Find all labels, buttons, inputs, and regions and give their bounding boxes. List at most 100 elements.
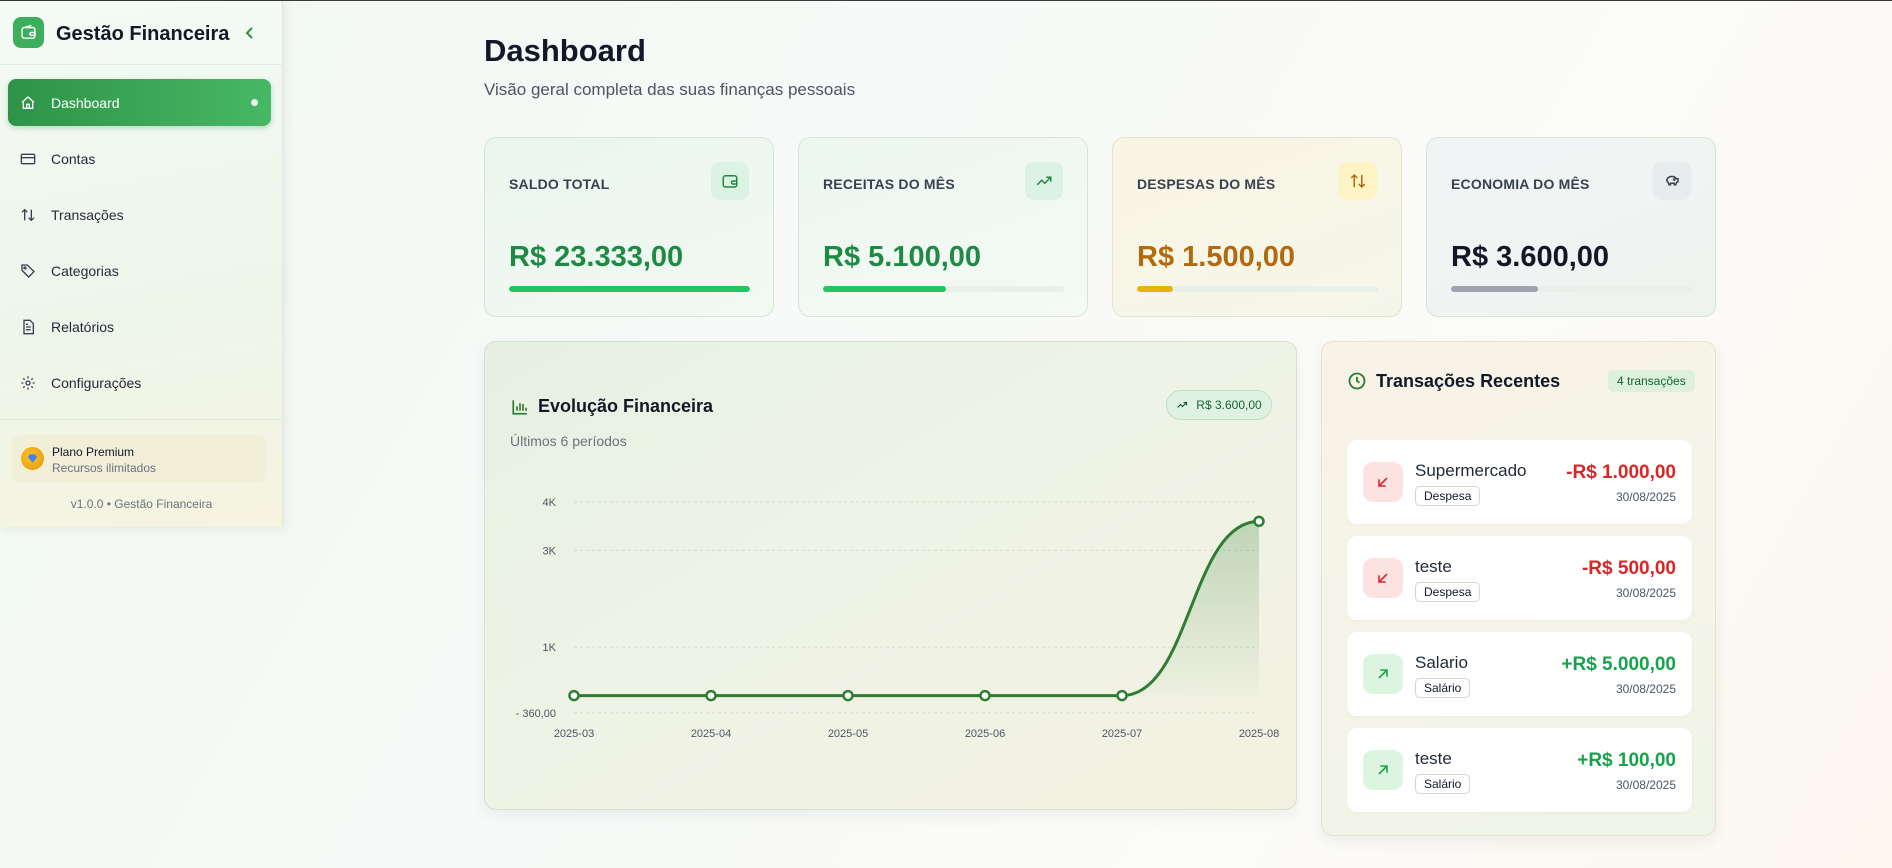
home-icon	[20, 95, 36, 111]
data-point	[842, 689, 854, 702]
transaction-name: Supermercado	[1415, 461, 1527, 480]
page-title: Dashboard	[484, 33, 646, 68]
sidebar-divider	[0, 419, 283, 420]
nav-item-dashboard[interactable]: Dashboard	[8, 79, 271, 126]
card-value: R$ 1.500,00	[1137, 241, 1296, 273]
arrow-down-left-icon	[1363, 462, 1403, 502]
card-label: DESPESAS DO MÊS	[1137, 176, 1276, 192]
series-area	[574, 521, 1259, 696]
clock-icon	[1348, 372, 1366, 390]
card-value: R$ 23.333,00	[509, 241, 684, 273]
card-value: R$ 5.100,00	[823, 241, 982, 273]
transactions-title: Transações Recentes	[1376, 371, 1561, 391]
card-economia: ECONOMIA DO MÊS R$ 3.600,00	[1426, 137, 1716, 317]
x-tick-label: 2025-06	[965, 728, 1005, 740]
wallet-logo-icon	[13, 17, 44, 48]
card-progress-bar	[509, 286, 750, 292]
data-point	[1253, 515, 1265, 528]
sidebar-header: Gestão Financeira	[0, 1, 283, 65]
card-value: R$ 3.600,00	[1451, 241, 1610, 273]
transaction-date: 30/08/2025	[1615, 778, 1676, 792]
nav-item-label: Categorias	[51, 262, 119, 279]
gear-icon	[20, 375, 36, 391]
financial-evolution-chart: 4K 3K 1K - 360,00 2025-03 2025-04 2025-05 2025-…	[516, 497, 1280, 740]
transaction-name: teste	[1415, 749, 1452, 768]
card-label: SALDO TOTAL	[509, 176, 610, 192]
data-point	[1116, 689, 1128, 702]
transaction-item[interactable]: teste Despesa -R$ 500,00 30/08/2025	[1347, 536, 1692, 620]
card-progress-fill	[509, 286, 750, 292]
transaction-tag: Salário	[1415, 678, 1471, 698]
page-subtitle: Visão geral completa das suas finanças p…	[484, 80, 856, 99]
transaction-amount: +R$ 5.000,00	[1561, 654, 1676, 675]
transaction-date: 30/08/2025	[1615, 586, 1676, 600]
card-label: ECONOMIA DO MÊS	[1451, 176, 1590, 192]
nav-item-label: Contas	[51, 150, 96, 167]
app-title: Gestão Financeira	[56, 23, 230, 45]
card-progress-bar	[823, 286, 1064, 292]
transaction-tag: Despesa	[1415, 582, 1481, 602]
plan-subtitle: Recursos ilimitados	[52, 461, 157, 475]
x-tick-label: 2025-07	[1102, 728, 1142, 740]
wallet-icon	[711, 162, 749, 200]
transaction-amount: -R$ 500,00	[1581, 558, 1676, 579]
transaction-tag: Despesa	[1415, 486, 1481, 506]
nav-item-label: Relatórios	[51, 318, 115, 335]
card-receitas: RECEITAS DO MÊS R$ 5.100,00	[798, 137, 1088, 317]
arrows-up-down-icon	[1339, 162, 1377, 200]
card-progress-fill	[823, 286, 946, 292]
active-indicator-dot	[251, 99, 258, 106]
card-label: RECEITAS DO MÊS	[823, 176, 955, 192]
card-saldo-total: SALDO TOTAL R$ 23.333,00	[484, 137, 774, 317]
piggy-bank-icon	[1653, 162, 1691, 200]
transaction-item[interactable]: Supermercado Despesa -R$ 1.000,00 30/08/…	[1347, 440, 1692, 524]
transaction-item[interactable]: teste Salário +R$ 100,00 30/08/2025	[1347, 728, 1692, 812]
transaction-date: 30/08/2025	[1615, 490, 1676, 504]
y-tick-label: - 360,00	[516, 708, 556, 720]
nav-item-label: Transações	[51, 206, 124, 223]
transaction-date: 30/08/2025	[1615, 682, 1676, 696]
transactions-count-badge: 4 transações	[1608, 370, 1695, 392]
transaction-item[interactable]: Salario Salário +R$ 5.000,00 30/08/2025	[1347, 632, 1692, 716]
nav-item-relatorios[interactable]: Relatórios	[8, 303, 271, 350]
trending-up-icon	[1025, 162, 1063, 200]
x-tick-label: 2025-08	[1239, 728, 1279, 740]
transaction-tag: Salário	[1415, 774, 1471, 794]
card-progress-fill	[1137, 286, 1174, 292]
financial-evolution-panel: Evolução Financeira Últimos 6 períodos R…	[484, 341, 1297, 810]
file-icon	[20, 319, 36, 335]
card-progress-fill	[1451, 286, 1538, 292]
nav-item-label: Dashboard	[51, 94, 120, 111]
credit-card-icon	[20, 151, 36, 167]
card-despesas: DESPESAS DO MÊS R$ 1.500,00	[1112, 137, 1402, 317]
arrow-up-right-icon	[1363, 654, 1403, 694]
nav-item-categorias[interactable]: Categorias	[8, 247, 271, 294]
arrows-up-down-icon	[20, 207, 36, 223]
x-tick-label: 2025-05	[828, 728, 868, 740]
card-progress-bar	[1137, 286, 1378, 292]
series-line	[574, 519, 1260, 698]
data-point	[979, 689, 991, 702]
card-progress-bar	[1451, 286, 1692, 292]
x-tick-label: 2025-04	[691, 728, 731, 740]
plan-card[interactable]: Plano Premium Recursos ilimitados	[12, 435, 266, 483]
y-tick-label: 4K	[543, 497, 557, 509]
sidebar: Gestão Financeira Dashboard Contas Trans…	[0, 1, 283, 527]
collapse-sidebar-button[interactable]	[242, 23, 258, 43]
nav-item-transacoes[interactable]: Transações	[8, 191, 271, 238]
transaction-name: teste	[1415, 557, 1452, 576]
diamond-icon	[21, 447, 44, 470]
transaction-name: Salario	[1415, 653, 1468, 672]
y-tick-label: 1K	[543, 642, 557, 654]
y-tick-label: 3K	[543, 545, 557, 557]
arrow-up-right-icon	[1363, 750, 1403, 790]
x-tick-label: 2025-03	[554, 728, 594, 740]
nav-item-contas[interactable]: Contas	[8, 135, 271, 182]
data-point	[568, 689, 580, 702]
transaction-amount: -R$ 1.000,00	[1566, 462, 1676, 483]
nav-item-configuracoes[interactable]: Configurações	[8, 359, 271, 406]
transaction-amount: +R$ 100,00	[1577, 750, 1676, 771]
tag-icon	[20, 263, 36, 279]
app-version: v1.0.0 • Gestão Financeira	[70, 497, 213, 511]
window-top-border	[0, 0, 1892, 1]
